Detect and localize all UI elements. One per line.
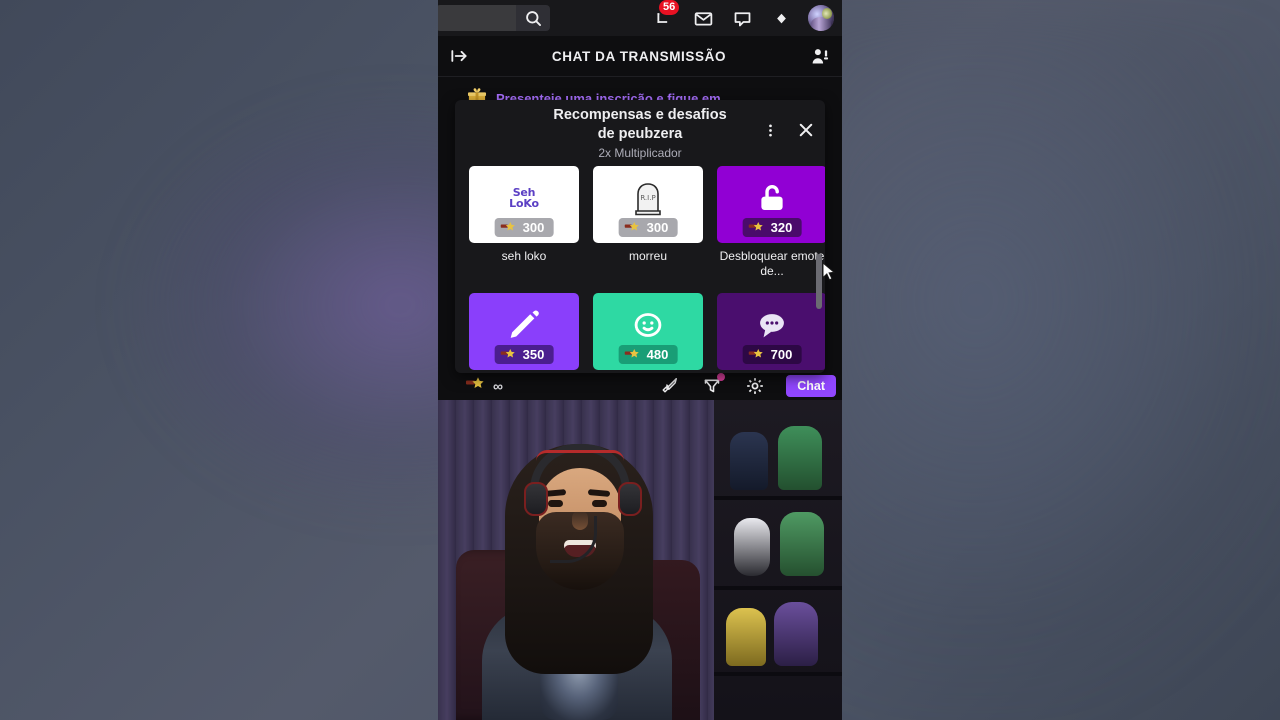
- modal-title-line-1: Recompensas e desafios: [553, 107, 727, 123]
- reward-item[interactable]: R.I.P 300 morreu: [593, 166, 703, 279]
- reward-label: seh loko: [501, 249, 547, 263]
- channel-points-icon: [466, 376, 486, 395]
- inbox-icon[interactable]: [691, 6, 715, 30]
- community-users-icon[interactable]: [798, 36, 842, 76]
- headset-band: [530, 444, 630, 490]
- plush-purple-figure: [774, 602, 818, 666]
- reward-cost-pill: 300: [494, 218, 554, 237]
- reward-cost-pill: 480: [618, 345, 678, 364]
- modal-title-line-2: de peubzera: [597, 126, 683, 142]
- reward-item[interactable]: Seh LoKo 300 seh loko: [469, 166, 579, 279]
- collapse-chat-icon[interactable]: [438, 36, 480, 76]
- chat-input-bar: ∞ Chat: [438, 371, 842, 400]
- channel-points-icon: [500, 347, 517, 362]
- search-icon[interactable]: [516, 5, 550, 31]
- sword-icon[interactable]: [657, 374, 681, 398]
- plush-joker: [778, 426, 822, 490]
- emote-text-line-1: Seh: [512, 185, 536, 199]
- emote-text-line-2: LoKo: [509, 196, 539, 210]
- headset-earcup-left: [524, 482, 548, 516]
- whisper-badge: 56: [659, 0, 680, 15]
- streamer-person: [438, 400, 714, 720]
- rewards-and-challenges-modal: Recompensas e desafios de peubzera 2x Mu…: [455, 100, 825, 373]
- multiplier-label: 2x Multiplicador: [598, 146, 682, 160]
- reward-item[interactable]: 320 Desbloquear emote de...: [717, 166, 825, 279]
- stream-video[interactable]: [438, 400, 842, 720]
- streamer-eye-left: [548, 500, 563, 507]
- search-bar[interactable]: [438, 4, 550, 32]
- plush-batman: [730, 432, 768, 490]
- reward-item[interactable]: 700: [717, 293, 825, 373]
- reward-card[interactable]: R.I.P 300: [593, 166, 703, 243]
- channel-points-icon: [624, 347, 641, 362]
- rewards-scroll-area[interactable]: Seh LoKo 300 seh loko R.I.P 300 morreu 3…: [455, 166, 825, 373]
- channel-points-icon: [624, 220, 641, 235]
- reward-card[interactable]: 320: [717, 166, 825, 243]
- avatar[interactable]: [808, 5, 834, 31]
- channel-points-balance[interactable]: ∞: [438, 376, 503, 395]
- top-navigation-bar: 56: [438, 0, 842, 36]
- gear-icon[interactable]: [743, 374, 767, 398]
- reward-label: morreu: [628, 249, 667, 263]
- reward-cost-pill: 350: [494, 345, 554, 364]
- plush-green-figure: [780, 512, 824, 576]
- reward-card[interactable]: 480: [593, 293, 703, 370]
- reward-cost-value: 350: [522, 347, 545, 362]
- reward-cost-value: 480: [646, 347, 669, 362]
- reward-cost-value: 320: [770, 220, 793, 235]
- plush-yellow-figure: [726, 608, 766, 666]
- rewards-grid: Seh LoKo 300 seh loko R.I.P 300 morreu 3…: [469, 166, 825, 373]
- reward-cost-value: 300: [646, 220, 669, 235]
- reward-label: Desbloquear emote de...: [719, 249, 825, 278]
- grid-row-gap: [469, 279, 825, 293]
- page-title: CHAT DA TRANSMISSÃO: [551, 48, 727, 64]
- reward-cost-value: 700: [770, 347, 793, 362]
- reward-card[interactable]: 700: [717, 293, 825, 370]
- points-value: ∞: [493, 377, 503, 394]
- reward-card[interactable]: Seh LoKo 300: [469, 166, 579, 243]
- channel-points-icon: [500, 220, 517, 235]
- reward-card[interactable]: 350: [469, 293, 579, 370]
- kebab-menu-icon[interactable]: [759, 119, 781, 141]
- twitch-mobile-app: 56 CHAT DA TRANSMISSÃO Presenteie uma in…: [438, 0, 842, 720]
- reward-cost-pill: 700: [742, 345, 802, 364]
- reward-item[interactable]: 350: [469, 293, 579, 373]
- reward-cost-pill: 300: [618, 218, 678, 237]
- reward-item[interactable]: 480: [593, 293, 703, 373]
- streamer-eye-right: [592, 500, 607, 507]
- prime-loot-icon[interactable]: [769, 6, 793, 30]
- headset-earcup-right: [618, 482, 642, 516]
- desktop-backdrop: 56 CHAT DA TRANSMISSÃO Presenteie uma in…: [0, 0, 1280, 720]
- bits-notification-dot: [717, 372, 726, 381]
- plush-penguin: [734, 518, 770, 576]
- reward-cost-value: 300: [522, 220, 545, 235]
- channel-points-icon: [748, 347, 765, 362]
- search-input[interactable]: [438, 5, 516, 31]
- modal-header: Recompensas e desafios de peubzera 2x Mu…: [455, 100, 825, 166]
- whisper-icon[interactable]: 56: [652, 0, 680, 30]
- topbar-icon-group: 56: [652, 0, 842, 31]
- chat-bar-actions: Chat: [657, 372, 842, 398]
- close-icon[interactable]: [795, 119, 817, 141]
- notifications-icon[interactable]: [730, 6, 754, 30]
- send-chat-button[interactable]: Chat: [786, 374, 836, 397]
- svg-text:R.I.P: R.I.P: [640, 194, 655, 202]
- reward-cost-pill: 320: [742, 218, 802, 237]
- bits-cheer-icon[interactable]: [700, 372, 726, 398]
- chat-header: CHAT DA TRANSMISSÃO: [438, 36, 842, 77]
- channel-points-icon: [748, 220, 765, 235]
- modal-action-group: [759, 119, 817, 141]
